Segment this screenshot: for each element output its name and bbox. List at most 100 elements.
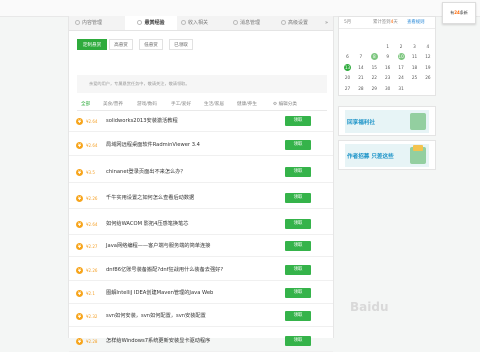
claim-button[interactable]: 领取 xyxy=(285,265,311,275)
category-health[interactable]: 健康/养生 xyxy=(237,100,257,109)
claim-button[interactable]: 领取 xyxy=(285,140,311,150)
calendar-day[interactable]: 6 xyxy=(341,52,354,62)
notification-badge[interactable]: 有24条新 xyxy=(442,2,476,24)
calendar-day[interactable]: 22 xyxy=(368,73,381,83)
tab-icon xyxy=(75,20,80,25)
calendar-day[interactable]: 3 xyxy=(408,42,421,52)
tab-bounty-experience[interactable]: 悬赏经验 xyxy=(125,16,177,30)
claim-button[interactable]: 领取 xyxy=(285,311,311,321)
calendar-header: 5月 累计签到4天 查看规则 xyxy=(339,17,435,29)
task-reward: ¥2.27 xyxy=(86,244,98,249)
calendar-day[interactable]: 11 xyxy=(408,52,421,62)
task-reward: ¥2.64 xyxy=(86,119,98,124)
category-all[interactable]: 全部 xyxy=(81,100,90,109)
claim-button[interactable]: 领取 xyxy=(285,241,311,251)
calendar-day[interactable]: 8 xyxy=(368,52,381,62)
calendar-empty-cell xyxy=(381,31,394,41)
calendar-empty-cell xyxy=(354,42,367,52)
claim-button[interactable]: 领取 xyxy=(285,288,311,298)
claim-button[interactable]: 领取 xyxy=(285,116,311,126)
task-title[interactable]: 怎样给Windows7系统更新安装显卡驱动程序 xyxy=(106,337,210,346)
claim-button[interactable]: 领取 xyxy=(285,219,311,229)
task-reward: ¥2.28 xyxy=(86,339,98,344)
category-home[interactable]: 生活/家居 xyxy=(204,100,224,109)
calendar-day[interactable]: 19 xyxy=(421,63,434,73)
calendar-day[interactable]: 13 xyxy=(341,63,354,73)
badge-suffix: 条新 xyxy=(459,10,468,15)
category-food[interactable]: 美食/营养 xyxy=(103,100,123,109)
ad-banner-author-recruit[interactable]: 作者招募 只差这些 xyxy=(338,140,436,170)
subtab-high-bounty[interactable]: 高悬赏 xyxy=(109,39,133,50)
tab-content-management[interactable]: 内容管理 xyxy=(75,16,123,30)
main-tabs: 内容管理 悬赏经验 收入相关 消息管理 高级设置 » xyxy=(69,16,333,31)
tab-icon xyxy=(137,20,143,25)
ad-illustration-sign xyxy=(413,145,423,151)
subtab-low-bounty[interactable]: 低悬赏 xyxy=(139,39,163,50)
task-title[interactable]: Java网络编程——客户端与服务端的简单连接 xyxy=(106,242,210,251)
task-title[interactable]: 如何给WACOM 影拓4压感笔换笔芯 xyxy=(106,220,189,229)
calendar-day[interactable]: 7 xyxy=(354,52,367,62)
calendar-day[interactable]: 28 xyxy=(354,84,367,94)
task-title[interactable]: chinanet登录页面出不来怎么办？ xyxy=(106,168,186,177)
task-title[interactable]: dnf86亿账号装备搬配?dnf狂战用什么装备去强好? xyxy=(106,266,223,275)
claim-button[interactable]: 领取 xyxy=(285,193,311,203)
calendar-empty-cell xyxy=(368,31,381,41)
signin-calendar: 5月 累计签到4天 查看规则 1 2 3 4 6 7 8 9 10 11 12 13 14 15 16 17 1… xyxy=(338,16,436,96)
calendar-empty-cell xyxy=(341,42,354,52)
calendar-empty-cell xyxy=(341,31,354,41)
subtab-custom-bounty[interactable]: 定制悬赏 xyxy=(77,39,107,50)
calendar-day[interactable]: 21 xyxy=(354,73,367,83)
task-reward: ¥2.1 xyxy=(86,291,95,296)
calendar-day[interactable]: 16 xyxy=(381,63,394,73)
tab-advanced-settings[interactable]: 高级设置 xyxy=(281,16,325,30)
task-reward: ¥2.32 xyxy=(86,314,98,319)
calendar-empty-cell xyxy=(408,31,421,41)
calendar-day[interactable]: 9 xyxy=(381,52,394,62)
coin-icon: ¥ xyxy=(76,221,83,228)
calendar-day[interactable]: 30 xyxy=(381,84,394,94)
category-games[interactable]: 游戏/数码 xyxy=(137,100,157,109)
category-handcraft[interactable]: 手工/爱好 xyxy=(171,100,191,109)
tabs-more-button[interactable]: » xyxy=(325,16,333,30)
tab-income[interactable]: 收入相关 xyxy=(181,16,227,30)
task-row: ¥ ¥2.1 图解IntelliJ IDEA创建Maven管理的Java Web… xyxy=(69,284,333,304)
coin-icon: ¥ xyxy=(76,118,83,125)
calendar-day[interactable]: 29 xyxy=(368,84,381,94)
edit-category-button[interactable]: ⚙ 编辑分类 xyxy=(273,100,297,109)
calendar-day[interactable]: 18 xyxy=(408,63,421,73)
task-title[interactable]: svn如何安装，svn如何配置，svn安装配置 xyxy=(106,312,206,321)
calendar-day[interactable]: 25 xyxy=(408,73,421,83)
calendar-day[interactable]: 31 xyxy=(395,84,408,94)
calendar-day[interactable]: 20 xyxy=(341,73,354,83)
claim-button[interactable]: 领取 xyxy=(285,167,311,177)
calendar-day[interactable]: 27 xyxy=(341,84,354,94)
task-reward: ¥2.26 xyxy=(86,268,98,273)
task-row: ¥ ¥2.32 svn如何安装，svn如何配置，svn安装配置 领取 xyxy=(69,307,333,327)
coin-icon: ¥ xyxy=(76,169,83,176)
view-rules-link[interactable]: 查看规则 xyxy=(407,17,425,28)
calendar-day[interactable]: 10 xyxy=(395,52,408,62)
calendar-day[interactable]: 15 xyxy=(368,63,381,73)
calendar-day[interactable]: 2 xyxy=(395,42,408,52)
coin-icon: ¥ xyxy=(76,338,83,345)
subtab-claimed[interactable]: 已领取 xyxy=(169,39,193,50)
calendar-day[interactable]: 4 xyxy=(421,42,434,52)
coin-icon: ¥ xyxy=(76,313,83,320)
task-row: ¥ ¥2.26 dnf86亿账号装备搬配?dnf狂战用什么装备去强好? 领取 xyxy=(69,261,333,281)
calendar-day[interactable]: 24 xyxy=(395,73,408,83)
task-title[interactable]: solidworks2013安装激活教程 xyxy=(106,117,178,126)
calendar-empty-cell xyxy=(421,31,434,41)
calendar-day[interactable]: 1 xyxy=(381,42,394,52)
task-title[interactable]: 千牛实用设置之如何怎么查看后动数据 xyxy=(106,194,194,203)
notice-text: 亲爱的用户，专属悬赏任务中，敬请关注，敬请领取。 xyxy=(77,75,327,93)
task-title[interactable]: 局域网远程桌面软件RadminViewer 3.4 xyxy=(106,141,200,150)
ad-banner-welfare[interactable]: 回享福利社 xyxy=(338,106,436,136)
tab-messages[interactable]: 消息管理 xyxy=(233,16,279,30)
calendar-day[interactable]: 26 xyxy=(421,73,434,83)
calendar-empty-cell xyxy=(421,84,434,94)
calendar-day[interactable]: 23 xyxy=(381,73,394,83)
calendar-day[interactable]: 12 xyxy=(421,52,434,62)
calendar-day[interactable]: 17 xyxy=(395,63,408,73)
task-title[interactable]: 图解IntelliJ IDEA创建Maven管理的Java Web xyxy=(106,289,213,298)
calendar-day[interactable]: 14 xyxy=(354,63,367,73)
